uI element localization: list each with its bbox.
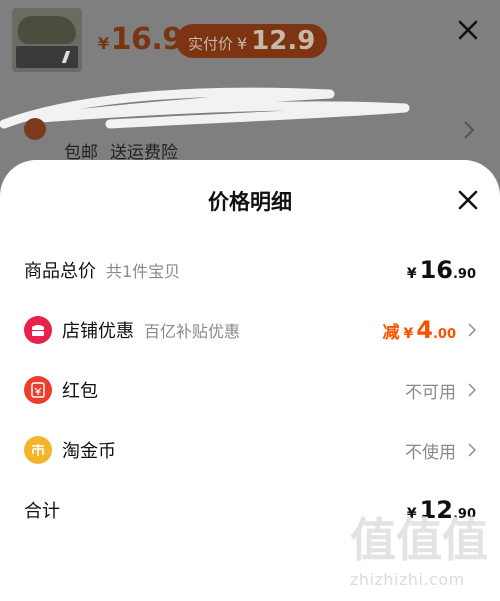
discount-integer: 4	[416, 316, 433, 344]
watermark-char: 值	[442, 513, 488, 567]
shop-discount-amount: 减 ¥ 4 .00	[383, 310, 478, 350]
discount-decimal: .00	[432, 327, 456, 342]
price-decimal: .90	[452, 267, 476, 282]
shipping-icon	[24, 118, 46, 140]
red-packet-status: 不可用	[405, 382, 456, 403]
discount-prefix: 减	[382, 323, 400, 343]
shoe-box-image	[16, 46, 78, 68]
final-price-label: 实付价	[188, 35, 234, 53]
taojin-coin-label: 淘金币	[62, 441, 116, 462]
shop-discount-desc: 百亿补贴优惠	[144, 322, 241, 341]
price-value: 16.9	[110, 22, 184, 57]
final-price-currency: ¥	[237, 34, 248, 53]
total-goods-count: 共1件宝贝	[106, 262, 181, 281]
final-price-badge: 实付价 ¥ 12.9	[176, 24, 328, 58]
red-packet-status-wrap: 不可用	[405, 370, 478, 410]
coin-icon	[24, 436, 52, 464]
final-price-value: 12.9	[251, 26, 316, 56]
taojin-coin-status: 不使用	[405, 442, 456, 463]
watermark-char: 值	[350, 513, 396, 567]
row-shop-discount[interactable]: 店铺优惠 百亿补贴优惠 减 ¥ 4 .00	[0, 310, 500, 350]
price-currency: ¥	[98, 34, 109, 53]
redaction-scribble	[0, 87, 410, 129]
total-goods-label: 商品总价	[24, 261, 96, 282]
chevron-right-icon	[468, 443, 477, 457]
chevron-right-icon	[468, 323, 477, 337]
price-integer: 16	[419, 256, 453, 284]
sum-label: 合计	[24, 501, 60, 522]
sheet-title: 价格明细	[208, 190, 292, 214]
shop-discount-icon	[24, 316, 52, 344]
watermark-char: 值	[396, 513, 442, 567]
product-price: ¥ 16.9	[98, 22, 183, 57]
close-icon[interactable]	[456, 188, 480, 212]
watermark: 值 值 值 zhizhizhi.com	[350, 514, 495, 598]
chevron-right-icon	[468, 383, 477, 397]
red-packet-label: 红包	[62, 381, 98, 402]
watermark-url: zhizhizhi.com	[350, 570, 465, 589]
slipper-image	[18, 16, 76, 44]
shop-discount-label: 店铺优惠	[62, 321, 134, 342]
taojin-coin-status-wrap: 不使用	[405, 430, 478, 470]
background-close-icon[interactable]	[456, 18, 480, 42]
total-goods-price: ¥ 16 .90	[407, 250, 476, 290]
row-red-packet[interactable]: 红包 不可用	[0, 370, 500, 410]
shipping-chevron-icon[interactable]	[462, 120, 476, 140]
row-total-goods: 商品总价 共1件宝贝 ¥ 16 .90	[0, 250, 500, 290]
red-packet-icon	[24, 376, 52, 404]
currency-symbol: ¥	[406, 266, 417, 282]
row-taojin-coin[interactable]: 淘金币 不使用	[0, 430, 500, 470]
currency-symbol: ¥	[403, 326, 414, 342]
product-thumbnail	[12, 8, 82, 72]
